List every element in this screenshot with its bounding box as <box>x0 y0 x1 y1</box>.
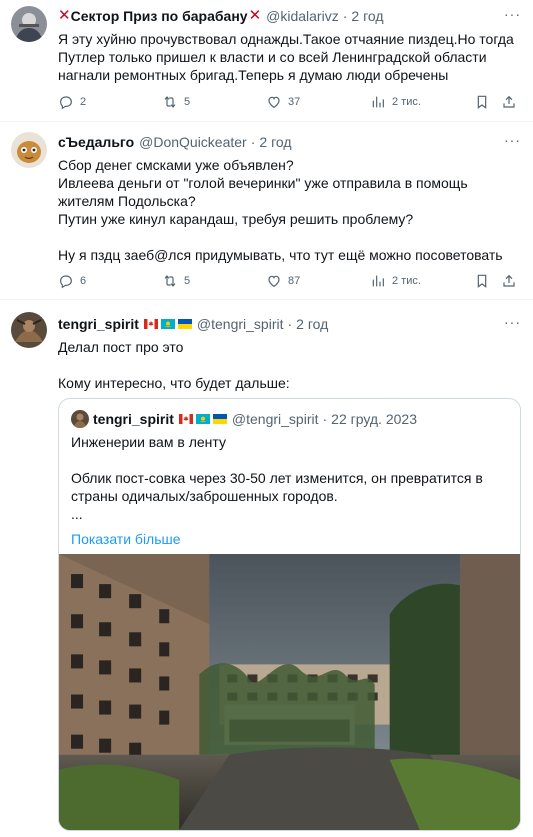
tweet-3[interactable]: tengri_spirit @tengri_spirit · 2 год ···… <box>0 300 533 837</box>
reply-button[interactable]: 2 <box>58 94 86 110</box>
views-button[interactable]: 2 тис. <box>370 94 421 110</box>
quoted-timestamp[interactable]: 22 груд. 2023 <box>331 409 417 429</box>
quoted-avatar[interactable] <box>71 410 89 428</box>
quoted-tweet[interactable]: tengri_spirit @tengri_spirit · 22 груд. … <box>58 398 521 831</box>
views-button[interactable]: 2 тис. <box>370 273 421 289</box>
separator-dot: · <box>322 411 328 427</box>
display-name[interactable]: Сектор Приз по барабану <box>71 6 248 26</box>
reply-button[interactable]: 6 <box>58 273 86 289</box>
more-options-button[interactable]: ··· <box>504 6 521 22</box>
bookmark-icon <box>474 273 490 289</box>
separator-dot: · <box>342 8 348 24</box>
retweet-count: 5 <box>184 275 191 287</box>
timestamp[interactable]: 2 год <box>259 132 291 152</box>
retweet-icon <box>162 94 178 110</box>
retweet-icon <box>162 273 178 289</box>
retweet-button[interactable]: 5 <box>162 273 190 289</box>
bookmark-button[interactable] <box>474 273 490 289</box>
quoted-user-handle[interactable]: @tengri_spirit <box>232 409 319 429</box>
reply-count: 2 <box>80 96 87 108</box>
display-name[interactable]: сЪедальго <box>58 132 134 152</box>
reply-icon <box>58 94 74 110</box>
user-handle[interactable]: @tengri_spirit <box>197 314 284 334</box>
bookmark-icon <box>474 94 490 110</box>
ukraine-flag-icon <box>213 414 227 424</box>
separator-dot: · <box>287 316 293 332</box>
quoted-tweet-text: Инженерии вам в ленту Облик пост-совка ч… <box>71 434 483 522</box>
user-handle[interactable]: @DonQuickeater <box>139 132 247 152</box>
retweet-count: 5 <box>184 96 191 108</box>
like-icon <box>266 273 282 289</box>
kazakhstan-flag-icon <box>196 414 210 424</box>
views-icon <box>370 273 386 289</box>
more-options-button[interactable]: ··· <box>504 132 521 148</box>
avatar[interactable] <box>11 312 47 348</box>
like-button[interactable]: 37 <box>266 94 300 110</box>
user-handle[interactable]: @kidalarivz <box>266 6 339 26</box>
close-x-red-icon: ✕ <box>58 7 71 24</box>
reply-icon <box>58 273 74 289</box>
canada-flag-icon <box>179 414 193 424</box>
tweet-text: Делал пост про это Кому интересно, что б… <box>58 339 290 391</box>
quoted-display-name[interactable]: tengri_spirit <box>93 409 174 429</box>
avatar[interactable] <box>11 132 47 168</box>
more-options-button[interactable]: ··· <box>504 314 521 330</box>
like-count: 87 <box>288 275 301 287</box>
separator-dot: · <box>250 134 256 150</box>
views-count: 2 тис. <box>392 275 421 287</box>
retweet-button[interactable]: 5 <box>162 94 190 110</box>
tweet-text: Сбор денег смсками уже объявлен? Ивлеева… <box>58 157 503 263</box>
like-button[interactable]: 87 <box>266 273 300 289</box>
reply-count: 6 <box>80 275 87 287</box>
share-button[interactable] <box>501 94 517 110</box>
tweet-2[interactable]: сЪедальго @DonQuickeater · 2 год ··· Сбо… <box>0 122 533 300</box>
bookmark-button[interactable] <box>474 94 490 110</box>
share-button[interactable] <box>501 273 517 289</box>
views-count: 2 тис. <box>392 96 421 108</box>
display-name[interactable]: tengri_spirit <box>58 314 139 334</box>
share-icon <box>501 273 517 289</box>
show-more-link[interactable]: Показати більше <box>71 531 508 547</box>
close-x-red-icon: ✕ <box>248 7 262 24</box>
tweet-text: Я эту хуйню прочувствовал однажды.Такое … <box>58 31 518 83</box>
avatar[interactable] <box>11 6 47 42</box>
like-icon <box>266 94 282 110</box>
quoted-tweet-photo[interactable] <box>59 554 520 830</box>
share-icon <box>501 94 517 110</box>
canada-flag-icon <box>144 319 158 329</box>
ukraine-flag-icon <box>178 319 192 329</box>
like-count: 37 <box>288 96 301 108</box>
timestamp[interactable]: 2 год <box>296 314 328 334</box>
kazakhstan-flag-icon <box>161 319 175 329</box>
timestamp[interactable]: 2 год <box>351 6 383 26</box>
views-icon <box>370 94 386 110</box>
tweet-1[interactable]: ✕ Сектор Приз по барабану ✕ @kidalarivz … <box>0 0 533 122</box>
